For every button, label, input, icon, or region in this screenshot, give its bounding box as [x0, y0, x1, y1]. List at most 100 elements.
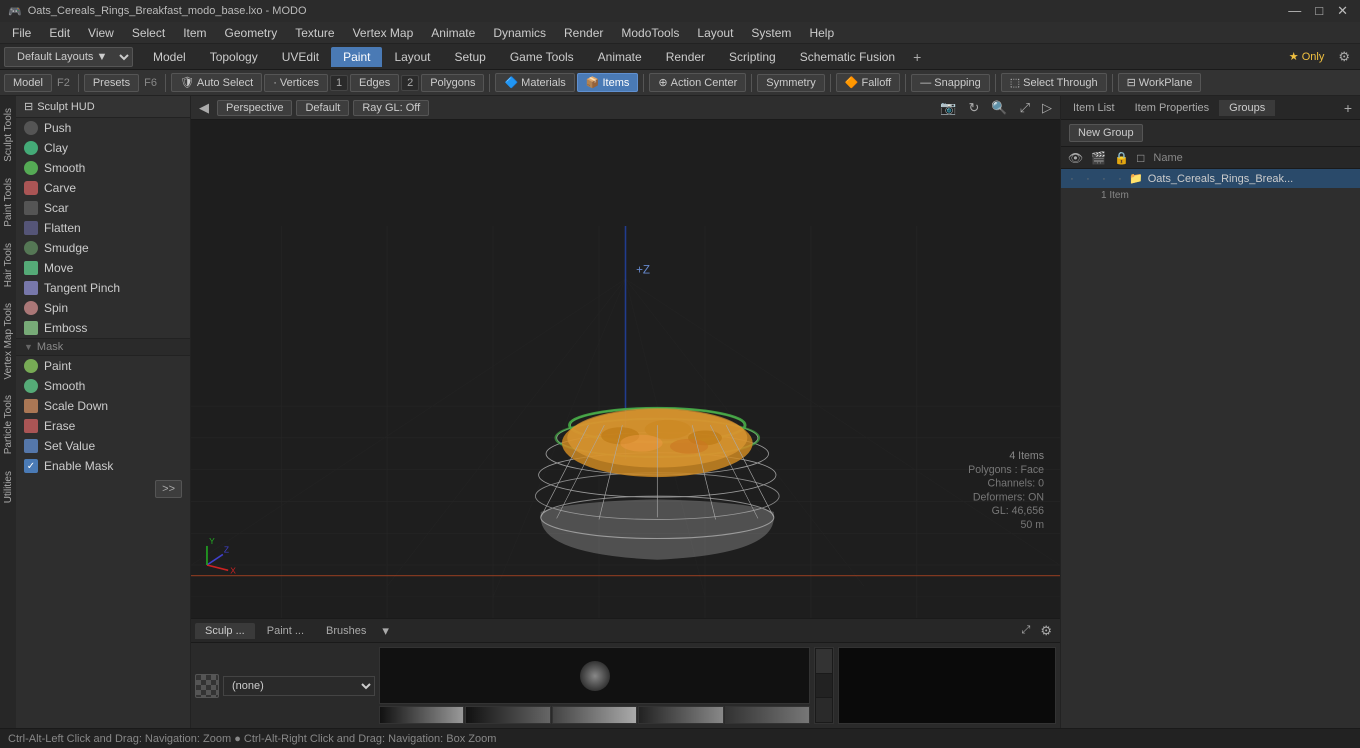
right-tab-item-list[interactable]: Item List: [1063, 100, 1125, 116]
vp-icon-expand[interactable]: ▷: [1038, 99, 1056, 117]
vert-tab-paint[interactable]: Paint Tools: [1, 170, 16, 235]
vp-icon-zoom[interactable]: 🔍: [987, 99, 1011, 117]
tool-smudge[interactable]: Smudge: [16, 238, 190, 258]
vp-icon-camera[interactable]: 📷: [936, 99, 960, 117]
menu-vertex-map[interactable]: Vertex Map: [345, 24, 422, 42]
thumb-strip-item-2[interactable]: [816, 674, 832, 698]
vp-perspective-btn[interactable]: Perspective: [217, 100, 292, 116]
star-only-button[interactable]: ★ Only: [1281, 48, 1333, 65]
tool-clay[interactable]: Clay: [16, 138, 190, 158]
mask-tool-smooth[interactable]: Smooth: [16, 376, 190, 396]
select-through-button[interactable]: ⬚ Select Through: [1001, 73, 1107, 92]
tab-setup[interactable]: Setup: [442, 47, 497, 67]
menu-select[interactable]: Select: [124, 24, 173, 42]
brushes-dropdown-icon[interactable]: ▾: [378, 621, 393, 641]
tool-emboss[interactable]: Emboss: [16, 318, 190, 338]
menu-help[interactable]: Help: [801, 24, 842, 42]
menu-texture[interactable]: Texture: [287, 24, 342, 42]
symmetry-button[interactable]: Symmetry: [757, 74, 825, 92]
model-button[interactable]: Model: [4, 74, 52, 92]
enable-mask-toggle[interactable]: ✓ Enable Mask: [16, 456, 190, 476]
brush-main-preview[interactable]: [379, 647, 810, 704]
grad-thumb-3[interactable]: [552, 706, 637, 724]
vert-tab-hair[interactable]: Hair Tools: [1, 235, 16, 295]
tool-tangent-pinch[interactable]: Tangent Pinch: [16, 278, 190, 298]
item-lock-icon[interactable]: 🔒: [1111, 150, 1132, 166]
menu-file[interactable]: File: [4, 24, 39, 42]
tool-set-value[interactable]: Set Value: [16, 436, 190, 456]
tab-game-tools[interactable]: Game Tools: [498, 47, 586, 67]
menu-system[interactable]: System: [743, 24, 799, 42]
minimize-button[interactable]: —: [1284, 3, 1305, 19]
tab-render[interactable]: Render: [654, 47, 717, 67]
grad-thumb-2[interactable]: [465, 706, 550, 724]
tab-topology[interactable]: Topology: [198, 47, 270, 67]
workplane-button[interactable]: ⊟ WorkPlane: [1118, 73, 1202, 92]
new-group-button[interactable]: New Group: [1069, 124, 1143, 142]
menu-layout[interactable]: Layout: [689, 24, 741, 42]
polygons-button[interactable]: Polygons: [421, 74, 484, 92]
vert-tab-particle[interactable]: Particle Tools: [1, 387, 16, 462]
item-eye-icon[interactable]: 👁: [1065, 150, 1086, 166]
expand-panel-button[interactable]: >>: [155, 480, 182, 498]
tool-spin[interactable]: Spin: [16, 298, 190, 318]
grad-thumb-5[interactable]: [725, 706, 810, 724]
edges-button[interactable]: Edges: [350, 74, 399, 92]
layout-dropdown[interactable]: Default Layouts ▼: [4, 47, 133, 67]
vp-ray-gl-btn[interactable]: Ray GL: Off: [353, 100, 429, 116]
action-center-button[interactable]: ⊕ Action Center: [649, 73, 746, 92]
bottom-tab-sculpt[interactable]: Sculp ...: [195, 623, 255, 639]
mask-section[interactable]: Mask: [16, 338, 190, 356]
bottom-tab-paint[interactable]: Paint ...: [257, 623, 314, 639]
bottom-tab-brushes[interactable]: Brushes: [316, 623, 376, 639]
tab-uvedit[interactable]: UVEdit: [270, 47, 331, 67]
grad-thumb-1[interactable]: [379, 706, 464, 724]
tool-flatten[interactable]: Flatten: [16, 218, 190, 238]
vert-tab-utilities[interactable]: Utilities: [1, 463, 16, 511]
vertices-button[interactable]: · Vertices: [264, 74, 328, 92]
tab-schematic-fusion[interactable]: Schematic Fusion: [788, 47, 907, 67]
item-row[interactable]: · · · · 📁 Oats_Cereals_Rings_Break...: [1061, 169, 1360, 188]
presets-button[interactable]: Presets: [84, 74, 139, 92]
tool-smooth[interactable]: Smooth: [16, 158, 190, 178]
bottom-expand-button[interactable]: ⤢: [1018, 622, 1035, 639]
vert-tab-vertex-map[interactable]: Vertex Map Tools: [1, 295, 16, 388]
vp-default-btn[interactable]: Default: [296, 100, 349, 116]
grad-thumb-4[interactable]: [638, 706, 723, 724]
tab-scripting[interactable]: Scripting: [717, 47, 788, 67]
items-button[interactable]: 📦 Items: [577, 73, 639, 92]
menu-dynamics[interactable]: Dynamics: [485, 24, 554, 42]
tool-push[interactable]: Push: [16, 118, 190, 138]
right-tab-add[interactable]: +: [1338, 98, 1358, 118]
item-visibility-icon[interactable]: □: [1134, 150, 1147, 166]
materials-button[interactable]: 🔷 Materials: [495, 73, 574, 92]
snapping-button[interactable]: — Snapping: [911, 74, 990, 92]
tool-erase[interactable]: Erase: [16, 416, 190, 436]
falloff-button[interactable]: 🔶 Falloff: [836, 73, 900, 92]
add-layout-tab-button[interactable]: +: [907, 47, 927, 67]
close-button[interactable]: ✕: [1333, 3, 1352, 19]
maximize-button[interactable]: □: [1311, 3, 1327, 19]
sculpt-hud[interactable]: ⊟ Sculpt HUD: [16, 96, 190, 118]
vp-icon-refresh[interactable]: ↻: [965, 99, 984, 117]
menu-render[interactable]: Render: [556, 24, 611, 42]
vert-tab-sculpt[interactable]: Sculpt Tools: [1, 100, 16, 170]
menu-animate[interactable]: Animate: [423, 24, 483, 42]
thumb-strip-item-3[interactable]: [816, 698, 832, 722]
vp-nav-back[interactable]: ◀: [195, 99, 213, 117]
brush-icon-preview[interactable]: [195, 674, 219, 698]
tool-scar[interactable]: Scar: [16, 198, 190, 218]
tab-model[interactable]: Model: [141, 47, 198, 67]
item-render-icon[interactable]: 🎬: [1088, 150, 1109, 166]
vp-icon-fullscreen[interactable]: ⤢: [1016, 99, 1034, 117]
tool-move[interactable]: Move: [16, 258, 190, 278]
viewport[interactable]: +Z: [191, 120, 1060, 618]
tool-carve[interactable]: Carve: [16, 178, 190, 198]
brush-select-dropdown[interactable]: (none): [223, 676, 375, 696]
mask-tool-paint[interactable]: Paint: [16, 356, 190, 376]
menu-view[interactable]: View: [80, 24, 122, 42]
menu-modotools[interactable]: ModoTools: [613, 24, 687, 42]
right-tab-item-properties[interactable]: Item Properties: [1125, 100, 1220, 116]
right-tab-groups[interactable]: Groups: [1219, 100, 1275, 116]
bottom-settings-icon[interactable]: ⚙: [1036, 621, 1056, 641]
